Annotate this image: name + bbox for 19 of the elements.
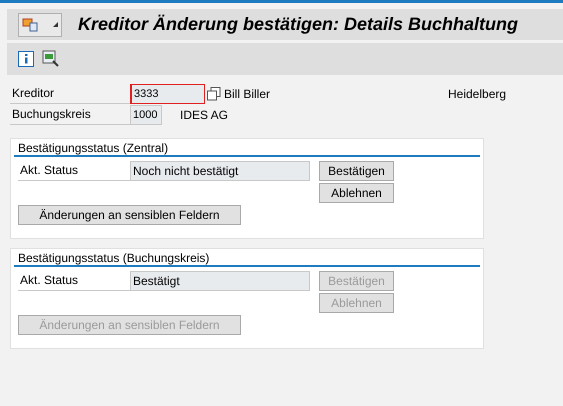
name-text: Bill Biller [224, 86, 272, 103]
status-field: Noch nicht bestätigt [130, 161, 310, 181]
magnifier-icon[interactable] [42, 50, 60, 68]
info-icon[interactable] [18, 51, 34, 67]
action-button[interactable]: Bestätigen [319, 161, 394, 181]
copy-icon[interactable] [207, 87, 221, 101]
city-text: Heidelberg [448, 86, 506, 103]
group-title: Bestätigungsstatus (Buchungskreis) [14, 251, 480, 267]
screen-title: Kreditor Änderung bestätigen: Details Buchhaltung [78, 13, 518, 36]
action-button[interactable]: Ablehnen [319, 183, 394, 203]
input-field[interactable]: 3333 [130, 84, 205, 104]
caret-icon [53, 22, 58, 27]
action-button[interactable]: Änderungen an sensiblen Feldern [18, 205, 241, 225]
status-field: Bestätigt [130, 271, 310, 291]
menu-button[interactable] [18, 12, 62, 36]
input-field[interactable]: 1000 [130, 105, 162, 125]
name-text: IDES AG [180, 107, 228, 124]
menu-icon [22, 18, 38, 32]
group-title: Bestätigungsstatus (Zentral) [14, 141, 480, 157]
